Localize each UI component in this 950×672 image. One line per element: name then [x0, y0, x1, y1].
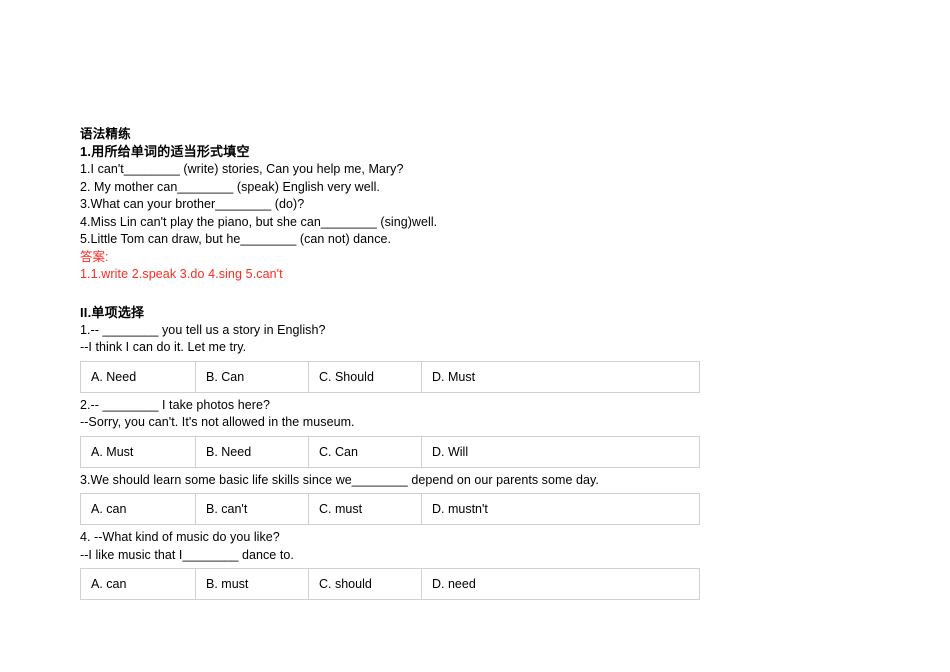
option-cell-d[interactable]: D. need [421, 568, 700, 600]
option-cell-d[interactable]: D. Must [421, 360, 700, 393]
section2-item-4-options-table: A. can B. must C. should D. need [80, 568, 700, 600]
option-cell-a[interactable]: A. can [80, 568, 196, 600]
option-cell-c[interactable]: C. Should [308, 360, 422, 393]
section1-question-5: 5.Little Tom can draw, but he________ (c… [80, 232, 392, 246]
section2-item-4-reply: --I like music that I________ dance to. [80, 547, 294, 562]
section1-question-1: 1.I can't________ (write) stories, Can y… [80, 162, 404, 176]
option-cell-b[interactable]: B. must [195, 568, 309, 600]
option-cell-a[interactable]: A. Must [80, 435, 196, 468]
section1-answer-label: 答案: [80, 249, 109, 264]
option-cell-c[interactable]: C. should [308, 568, 422, 600]
section2-item-1-prompt: 1.-- ________ you tell us a story in Eng… [80, 322, 326, 337]
table-row: A. can B. can't C. must D. mustn't [80, 493, 700, 525]
section1-question-4: 4.Miss Lin can't play the piano, but she… [80, 214, 438, 229]
section2-item-2-reply: --Sorry, you can't. It's not allowed in … [80, 415, 355, 429]
worksheet-content: 语法精练 1.用所给单词的适当形式填空 1.I can't________ (w… [80, 126, 780, 604]
section2-item-3-prompt: 3.We should learn some basic life skills… [80, 472, 599, 487]
table-row: A. Need B. Can C. Should D. Must [80, 360, 700, 393]
option-cell-a[interactable]: A. can [80, 493, 196, 525]
section2-heading: II.单项选择 [80, 304, 145, 320]
section2-item-4-prompt: 4. --What kind of music do you like? [80, 530, 280, 544]
option-cell-b[interactable]: B. Need [195, 435, 309, 468]
section2-item-1-reply: --I think I can do it. Let me try. [80, 340, 247, 354]
option-cell-a[interactable]: A. Need [80, 360, 196, 393]
section1-heading: 1.用所给单词的适当形式填空 [80, 144, 250, 159]
section2-item-1-options-table: A. Need B. Can C. Should D. Must [80, 360, 700, 393]
option-cell-d[interactable]: D. mustn't [421, 493, 700, 525]
section1-question-2: 2. My mother can________ (speak) English… [80, 179, 380, 194]
section1-answer-text: 1.1.write 2.speak 3.do 4.sing 5.can't [80, 267, 283, 281]
table-row: A. can B. must C. should D. need [80, 568, 700, 600]
worksheet-page: 语法精练 1.用所给单词的适当形式填空 1.I can't________ (w… [0, 0, 950, 672]
page-title: 语法精练 [80, 127, 131, 141]
section2-item-3-options-table: A. can B. can't C. must D. mustn't [80, 493, 700, 525]
option-cell-c[interactable]: C. Can [308, 435, 422, 468]
table-row: A. Must B. Need C. Can D. Will [80, 435, 700, 468]
option-cell-b[interactable]: B. can't [195, 493, 309, 525]
section2-item-2-options-table: A. Must B. Need C. Can D. Will [80, 435, 700, 468]
option-cell-d[interactable]: D. Will [421, 435, 700, 468]
option-cell-c[interactable]: C. must [308, 493, 422, 525]
option-cell-b[interactable]: B. Can [195, 360, 309, 393]
section2-item-2-prompt: 2.-- ________ I take photos here? [80, 397, 270, 412]
section1-question-3: 3.What can your brother________ (do)? [80, 197, 305, 211]
